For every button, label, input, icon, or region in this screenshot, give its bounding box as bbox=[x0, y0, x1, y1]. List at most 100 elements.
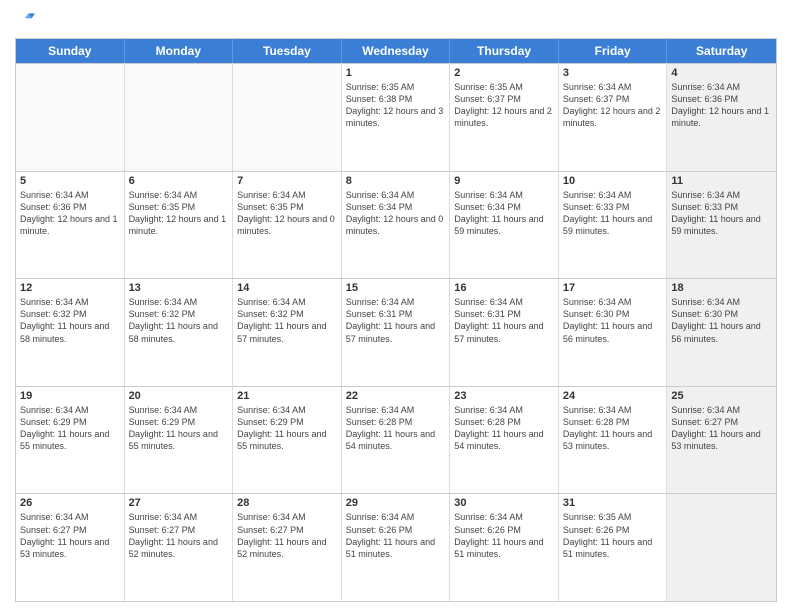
day-info: Sunrise: 6:34 AM Sunset: 6:28 PM Dayligh… bbox=[454, 404, 554, 453]
day-number: 10 bbox=[563, 175, 663, 187]
calendar: SundayMondayTuesdayWednesdayThursdayFrid… bbox=[15, 38, 777, 602]
table-row bbox=[233, 64, 342, 171]
table-row: 16 Sunrise: 6:34 AM Sunset: 6:31 PM Dayli… bbox=[450, 279, 559, 386]
table-row: 27 Sunrise: 6:34 AM Sunset: 6:27 PM Dayli… bbox=[125, 494, 234, 601]
cal-header-cell-saturday: Saturday bbox=[667, 39, 776, 63]
day-number: 19 bbox=[20, 390, 120, 402]
table-row: 12 Sunrise: 6:34 AM Sunset: 6:32 PM Dayli… bbox=[16, 279, 125, 386]
day-info: Sunrise: 6:34 AM Sunset: 6:34 PM Dayligh… bbox=[454, 189, 554, 238]
day-info: Sunrise: 6:35 AM Sunset: 6:37 PM Dayligh… bbox=[454, 81, 554, 130]
day-info: Sunrise: 6:34 AM Sunset: 6:37 PM Dayligh… bbox=[563, 81, 663, 130]
calendar-week-5: 26 Sunrise: 6:34 AM Sunset: 6:27 PM Dayli… bbox=[16, 493, 776, 601]
table-row bbox=[125, 64, 234, 171]
day-number: 14 bbox=[237, 282, 337, 294]
table-row: 14Sunrise: 6:34 AM Sunset: 6:32 PM Dayli… bbox=[233, 279, 342, 386]
day-number: 25 bbox=[671, 390, 772, 402]
table-row: 25 Sunrise: 6:34 AM Sunset: 6:27 PM Dayli… bbox=[667, 387, 776, 494]
day-info: Sunrise: 6:34 AM Sunset: 6:33 PM Dayligh… bbox=[671, 189, 772, 238]
cal-header-cell-monday: Monday bbox=[125, 39, 234, 63]
table-row: 1 Sunrise: 6:35 AM Sunset: 6:38 PM Daylig… bbox=[342, 64, 451, 171]
day-number: 31 bbox=[563, 497, 663, 509]
calendar-body: 1 Sunrise: 6:35 AM Sunset: 6:38 PM Daylig… bbox=[16, 63, 776, 601]
day-info: Sunrise: 6:34 AM Sunset: 6:32 PM Dayligh… bbox=[129, 296, 229, 345]
cal-header-cell-friday: Friday bbox=[559, 39, 668, 63]
cal-header-cell-thursday: Thursday bbox=[450, 39, 559, 63]
day-info: Sunrise: 6:34 AM Sunset: 6:30 PM Dayligh… bbox=[671, 296, 772, 345]
day-info: Sunrise: 6:34 AM Sunset: 6:29 PM Dayligh… bbox=[237, 404, 337, 453]
day-number: 29 bbox=[346, 497, 446, 509]
calendar-week-2: 5 Sunrise: 6:34 AM Sunset: 6:36 PM Daylig… bbox=[16, 171, 776, 279]
day-number: 5 bbox=[20, 175, 120, 187]
day-info: Sunrise: 6:34 AM Sunset: 6:36 PM Dayligh… bbox=[671, 81, 772, 130]
day-info: Sunrise: 6:34 AM Sunset: 6:30 PM Dayligh… bbox=[563, 296, 663, 345]
day-number: 3 bbox=[563, 67, 663, 79]
day-number: 21 bbox=[237, 390, 337, 402]
table-row: 18 Sunrise: 6:34 AM Sunset: 6:30 PM Dayli… bbox=[667, 279, 776, 386]
day-number: 30 bbox=[454, 497, 554, 509]
day-info: Sunrise: 6:35 AM Sunset: 6:38 PM Dayligh… bbox=[346, 81, 446, 130]
day-info: Sunrise: 6:35 AM Sunset: 6:26 PM Dayligh… bbox=[563, 511, 663, 560]
day-number: 26 bbox=[20, 497, 120, 509]
day-number: 13 bbox=[129, 282, 229, 294]
day-number: 15 bbox=[346, 282, 446, 294]
table-row: 11Sunrise: 6:34 AM Sunset: 6:33 PM Dayli… bbox=[667, 172, 776, 279]
day-info: Sunrise: 6:34 AM Sunset: 6:35 PM Dayligh… bbox=[237, 189, 337, 238]
logo-icon bbox=[15, 10, 35, 30]
day-info: Sunrise: 6:34 AM Sunset: 6:31 PM Dayligh… bbox=[346, 296, 446, 345]
day-number: 7 bbox=[237, 175, 337, 187]
cal-header-cell-tuesday: Tuesday bbox=[233, 39, 342, 63]
table-row: 15 Sunrise: 6:34 AM Sunset: 6:31 PM Dayli… bbox=[342, 279, 451, 386]
table-row: 9Sunrise: 6:34 AM Sunset: 6:34 PM Daylig… bbox=[450, 172, 559, 279]
cal-header-cell-sunday: Sunday bbox=[16, 39, 125, 63]
table-row: 4 Sunrise: 6:34 AM Sunset: 6:36 PM Daylig… bbox=[667, 64, 776, 171]
day-number: 8 bbox=[346, 175, 446, 187]
day-number: 6 bbox=[129, 175, 229, 187]
page-header bbox=[15, 10, 777, 30]
day-info: Sunrise: 6:34 AM Sunset: 6:36 PM Dayligh… bbox=[20, 189, 120, 238]
table-row: 19 Sunrise: 6:34 AM Sunset: 6:29 PM Dayli… bbox=[16, 387, 125, 494]
day-number: 23 bbox=[454, 390, 554, 402]
table-row: 7 Sunrise: 6:34 AM Sunset: 6:35 PM Daylig… bbox=[233, 172, 342, 279]
day-info: Sunrise: 6:34 AM Sunset: 6:28 PM Dayligh… bbox=[563, 404, 663, 453]
day-info: Sunrise: 6:34 AM Sunset: 6:29 PM Dayligh… bbox=[20, 404, 120, 453]
table-row: 20 Sunrise: 6:34 AM Sunset: 6:29 PM Dayli… bbox=[125, 387, 234, 494]
table-row: 31 Sunrise: 6:35 AM Sunset: 6:26 PM Dayli… bbox=[559, 494, 668, 601]
day-info: Sunrise: 6:34 AM Sunset: 6:27 PM Dayligh… bbox=[671, 404, 772, 453]
day-info: Sunrise: 6:34 AM Sunset: 6:27 PM Dayligh… bbox=[129, 511, 229, 560]
table-row: 8Sunrise: 6:34 AM Sunset: 6:34 PM Daylig… bbox=[342, 172, 451, 279]
day-info: Sunrise: 6:34 AM Sunset: 6:27 PM Dayligh… bbox=[237, 511, 337, 560]
calendar-week-4: 19 Sunrise: 6:34 AM Sunset: 6:29 PM Dayli… bbox=[16, 386, 776, 494]
day-info: Sunrise: 6:34 AM Sunset: 6:28 PM Dayligh… bbox=[346, 404, 446, 453]
day-info: Sunrise: 6:34 AM Sunset: 6:26 PM Dayligh… bbox=[454, 511, 554, 560]
day-info: Sunrise: 6:34 AM Sunset: 6:27 PM Dayligh… bbox=[20, 511, 120, 560]
cal-header-cell-wednesday: Wednesday bbox=[342, 39, 451, 63]
calendar-week-3: 12 Sunrise: 6:34 AM Sunset: 6:32 PM Dayli… bbox=[16, 278, 776, 386]
table-row: 6Sunrise: 6:34 AM Sunset: 6:35 PM Daylig… bbox=[125, 172, 234, 279]
table-row: 13 Sunrise: 6:34 AM Sunset: 6:32 PM Dayli… bbox=[125, 279, 234, 386]
day-info: Sunrise: 6:34 AM Sunset: 6:33 PM Dayligh… bbox=[563, 189, 663, 238]
table-row: 26 Sunrise: 6:34 AM Sunset: 6:27 PM Dayli… bbox=[16, 494, 125, 601]
day-info: Sunrise: 6:34 AM Sunset: 6:31 PM Dayligh… bbox=[454, 296, 554, 345]
day-number: 20 bbox=[129, 390, 229, 402]
table-row: 3 Sunrise: 6:34 AM Sunset: 6:37 PM Daylig… bbox=[559, 64, 668, 171]
table-row: 17 Sunrise: 6:34 AM Sunset: 6:30 PM Dayli… bbox=[559, 279, 668, 386]
table-row: 5 Sunrise: 6:34 AM Sunset: 6:36 PM Daylig… bbox=[16, 172, 125, 279]
day-number: 27 bbox=[129, 497, 229, 509]
day-number: 17 bbox=[563, 282, 663, 294]
table-row: 22 Sunrise: 6:34 AM Sunset: 6:28 PM Dayli… bbox=[342, 387, 451, 494]
day-number: 22 bbox=[346, 390, 446, 402]
table-row: 30 Sunrise: 6:34 AM Sunset: 6:26 PM Dayli… bbox=[450, 494, 559, 601]
day-number: 16 bbox=[454, 282, 554, 294]
day-number: 1 bbox=[346, 67, 446, 79]
day-number: 12 bbox=[20, 282, 120, 294]
day-info: Sunrise: 6:34 AM Sunset: 6:29 PM Dayligh… bbox=[129, 404, 229, 453]
day-number: 4 bbox=[671, 67, 772, 79]
day-info: Sunrise: 6:34 AM Sunset: 6:32 PM Dayligh… bbox=[20, 296, 120, 345]
logo bbox=[15, 10, 37, 30]
table-row: 28 Sunrise: 6:34 AM Sunset: 6:27 PM Dayli… bbox=[233, 494, 342, 601]
day-info: Sunrise: 6:34 AM Sunset: 6:26 PM Dayligh… bbox=[346, 511, 446, 560]
table-row: 10 Sunrise: 6:34 AM Sunset: 6:33 PM Dayli… bbox=[559, 172, 668, 279]
day-number: 18 bbox=[671, 282, 772, 294]
day-number: 28 bbox=[237, 497, 337, 509]
table-row: 2Sunrise: 6:35 AM Sunset: 6:37 PM Daylig… bbox=[450, 64, 559, 171]
